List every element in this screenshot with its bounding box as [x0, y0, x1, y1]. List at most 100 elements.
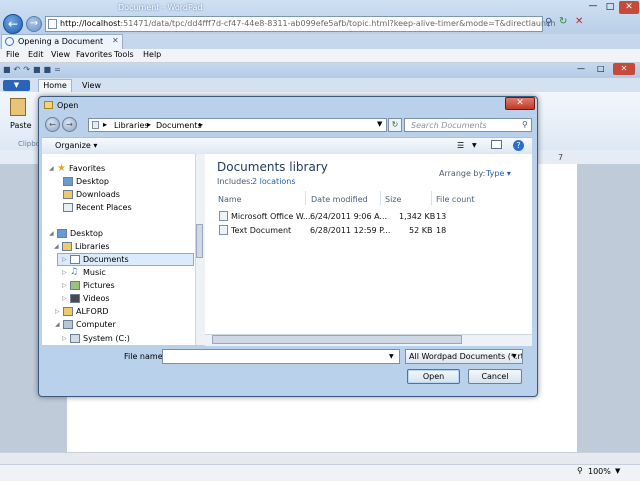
wordpad-close-button[interactable]: ✕	[613, 63, 635, 75]
menu-tools[interactable]: Tools	[114, 50, 134, 59]
collapse-arrow-icon[interactable]: ◢	[49, 165, 54, 172]
nav-item-label: Pictures	[83, 281, 115, 290]
column-divider[interactable]	[431, 191, 432, 205]
file-group-icon	[219, 211, 228, 221]
paste-label[interactable]: Paste	[10, 121, 32, 130]
videos-icon	[70, 294, 80, 303]
downloads-icon	[63, 190, 73, 199]
search-input[interactable]: Search Documents ⚲	[404, 118, 532, 132]
forward-button[interactable]: →	[26, 16, 42, 32]
zoom-icon[interactable]: ⚲	[577, 466, 583, 475]
menu-edit[interactable]: Edit	[28, 50, 44, 59]
arrange-by-label: Arrange by:	[439, 169, 486, 178]
breadcrumb-libraries[interactable]: Libraries	[114, 121, 149, 130]
column-header-name[interactable]: Name	[218, 195, 242, 204]
file-type-chevron-down-icon[interactable]: ▼	[512, 353, 517, 360]
dialog-close-button[interactable]: ✕	[505, 97, 535, 110]
column-header-date-modified[interactable]: Date modified	[311, 195, 368, 204]
refresh-icon[interactable]: ↻	[559, 16, 567, 27]
expand-arrow-icon[interactable]: ▷	[62, 269, 67, 276]
breadcrumb-documents[interactable]: Documents	[156, 121, 202, 130]
quick-access-toolbar[interactable]: ■↶↷■■=	[3, 65, 64, 74]
expand-arrow-icon[interactable]: ▷	[62, 256, 67, 263]
back-button[interactable]: ←	[3, 14, 23, 34]
search-icon[interactable]: ⚲	[522, 120, 528, 129]
change-view-icon[interactable]: ☰	[457, 141, 464, 150]
expand-arrow-icon[interactable]: ▷	[55, 308, 60, 315]
dialog-back-button[interactable]: ←	[45, 117, 60, 132]
open-button[interactable]: Open	[407, 369, 460, 384]
status-bar	[0, 464, 640, 481]
clipboard-group-label: Clipbo	[18, 140, 40, 148]
maximize-button[interactable]: □	[603, 2, 617, 13]
address-host: http://localhost	[60, 19, 121, 28]
table-row[interactable]: Microsoft Office W... 6/24/2011 9:06 A..…	[217, 210, 477, 223]
wordpad-menu-button[interactable]: ▼	[3, 80, 30, 91]
menu-help[interactable]: Help	[143, 50, 161, 59]
desktop-icon	[63, 177, 73, 186]
ie-page-icon	[5, 37, 14, 46]
folder-icon	[44, 101, 53, 109]
breadcrumb-chevron-icon[interactable]: ▸	[147, 120, 151, 129]
organize-button[interactable]: Organize ▾	[55, 141, 97, 150]
arrange-by-value: Type	[486, 169, 505, 178]
breadcrumb[interactable]: ▸ Libraries ▸ Documents ▸ ▼	[88, 118, 387, 132]
search-icon[interactable]: ⚲	[545, 17, 552, 28]
preview-pane-icon[interactable]	[491, 140, 502, 149]
column-header-file-count[interactable]: File count	[436, 195, 475, 204]
address-bar[interactable]: http://localhost:51471/data/tpc/dd4fff7d…	[45, 16, 556, 32]
dialog-forward-button[interactable]: →	[62, 117, 77, 132]
nav-item-label: Libraries	[75, 242, 110, 251]
nav-pane-scroll-thumb[interactable]	[196, 224, 203, 258]
column-divider[interactable]	[305, 191, 306, 205]
column-divider[interactable]	[380, 191, 381, 205]
wordpad-maximize-button[interactable]: □	[597, 64, 605, 73]
collapse-arrow-icon[interactable]: ◢	[49, 230, 54, 237]
dialog-refresh-button[interactable]: ↻	[388, 118, 402, 132]
file-type-select[interactable]: All Wordpad Documents (*.rtf, ...	[405, 349, 523, 364]
nav-item-label: ALFORD	[76, 307, 109, 316]
recent-places-icon	[63, 203, 73, 212]
paste-icon[interactable]	[10, 98, 26, 116]
menu-file[interactable]: File	[6, 50, 19, 59]
expand-arrow-icon[interactable]: ▷	[62, 335, 67, 342]
includes-locations-link[interactable]: 2 locations	[252, 177, 296, 186]
wordpad-title: Document - WordPad	[118, 3, 203, 12]
expand-arrow-icon[interactable]: ▷	[62, 282, 67, 289]
view-chevron-down-icon[interactable]: ▼	[472, 142, 477, 149]
includes-label: Includes:	[217, 177, 253, 186]
address-text: http://localhost:51471/data/tpc/dd4fff7d…	[60, 19, 556, 28]
nav-item-label: Downloads	[76, 190, 120, 199]
ribbon-tab-home[interactable]: Home	[38, 79, 72, 93]
tab-close-icon[interactable]: ✕	[112, 36, 119, 45]
file-list-hscroll-thumb[interactable]	[212, 335, 462, 344]
pictures-icon	[70, 281, 80, 290]
organize-label: Organize	[55, 141, 91, 150]
stop-icon[interactable]: ✕	[575, 16, 583, 27]
menu-view[interactable]: View	[51, 50, 70, 59]
help-icon[interactable]: ?	[513, 140, 524, 151]
ribbon-tab-view[interactable]: View	[82, 81, 101, 90]
collapse-arrow-icon[interactable]: ◢	[55, 321, 60, 328]
nav-item-label: Documents	[83, 255, 129, 264]
cancel-button[interactable]: Cancel	[468, 369, 522, 384]
column-header-size[interactable]: Size	[385, 195, 401, 204]
arrange-by-dropdown[interactable]: Type ▾	[486, 169, 511, 178]
zoom-level[interactable]: 100%	[588, 467, 611, 476]
file-name-chevron-down-icon[interactable]: ▼	[389, 353, 394, 360]
nav-item-label: Favorites	[69, 164, 106, 173]
close-button[interactable]: ✕	[619, 1, 639, 14]
wordpad-minimize-button[interactable]: —	[577, 64, 585, 73]
minimize-button[interactable]: —	[585, 2, 601, 13]
breadcrumb-chevron-icon[interactable]: ▸	[199, 120, 203, 129]
table-row[interactable]: Text Document 6/28/2011 12:59 P... 52 KB…	[217, 224, 477, 237]
breadcrumb-chevron-icon[interactable]: ▸	[103, 120, 107, 129]
collapse-arrow-icon[interactable]: ◢	[54, 243, 59, 250]
zoom-chevron-down-icon[interactable]: ▼	[615, 467, 620, 475]
browser-tab[interactable]: Opening a Document ✕	[1, 34, 123, 49]
expand-arrow-icon[interactable]: ▷	[62, 295, 67, 302]
breadcrumb-dropdown-icon[interactable]: ▼	[377, 120, 382, 128]
file-name-input[interactable]	[162, 349, 400, 364]
menu-favorites[interactable]: Favorites	[76, 50, 112, 59]
libraries-icon	[92, 121, 99, 129]
